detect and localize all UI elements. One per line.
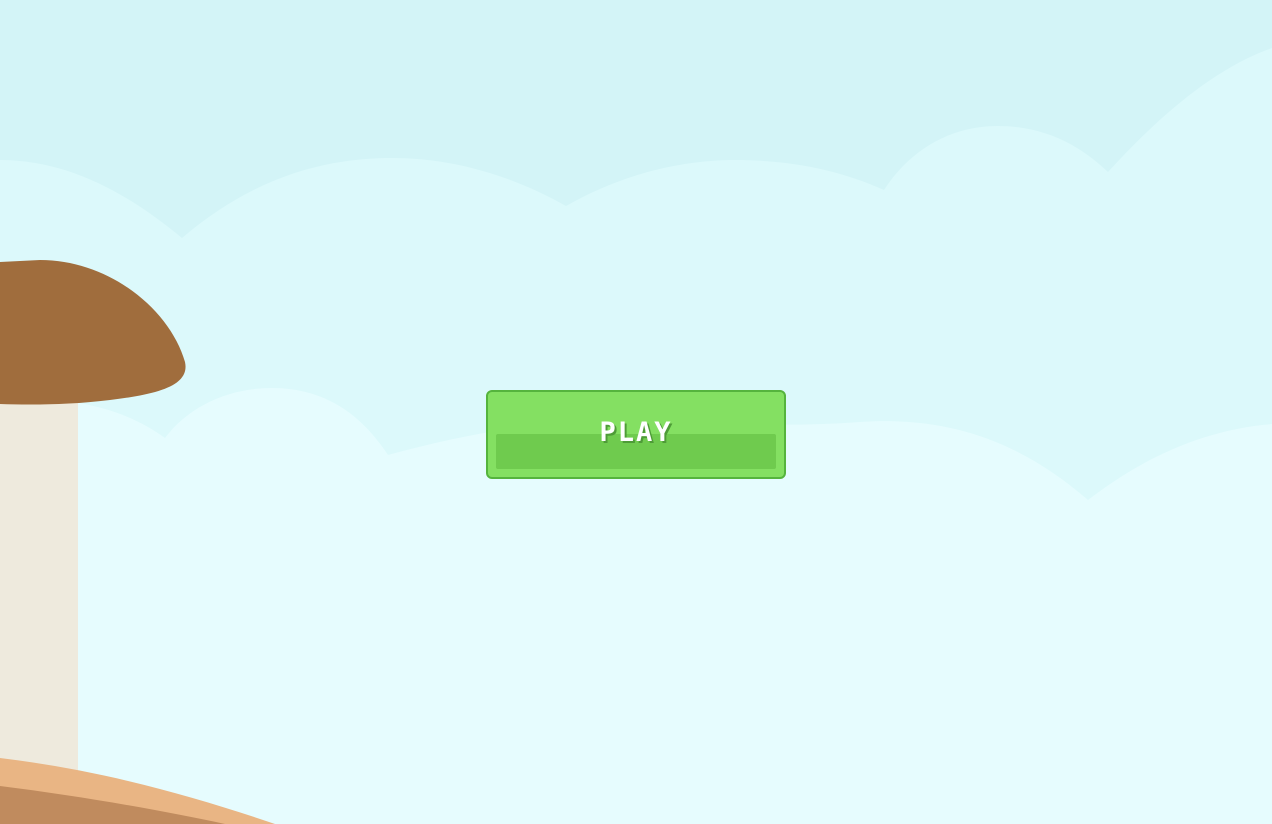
play-button-label: PLAY — [599, 417, 673, 448]
mushroom-stem — [0, 380, 78, 800]
play-button[interactable]: PLAY — [486, 390, 786, 479]
game-scene: PLAY — [0, 0, 1272, 824]
